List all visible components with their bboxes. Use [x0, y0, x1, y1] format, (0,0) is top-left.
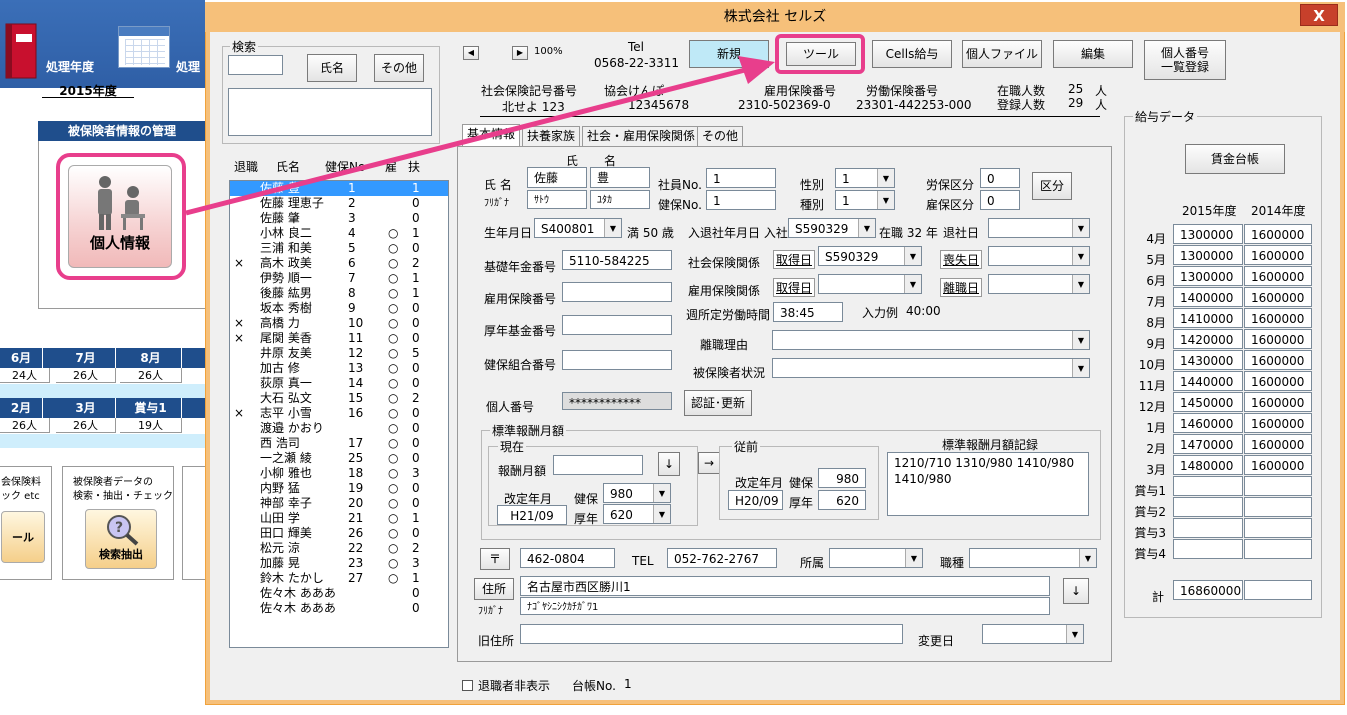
annotation-arrow: [185, 56, 775, 216]
